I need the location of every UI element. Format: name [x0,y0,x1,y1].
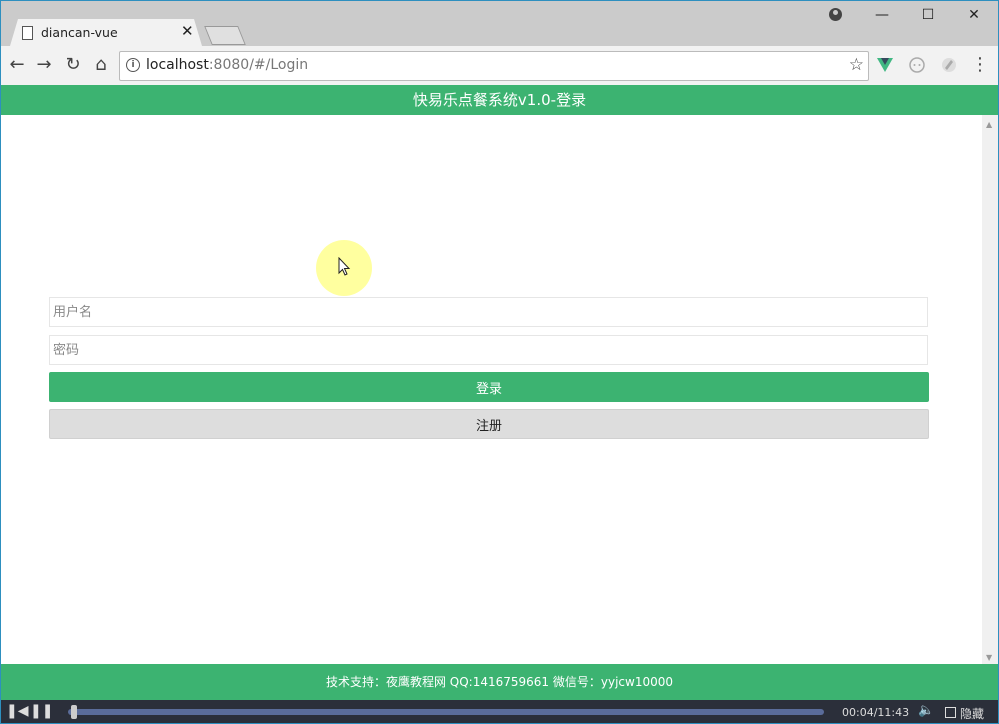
mouse-cursor-icon [338,257,351,276]
hide-label: 隐藏 [960,707,985,721]
url-text: localhost:8080/#/Login [146,57,309,73]
new-tab-button[interactable] [204,26,246,45]
address-bar[interactable]: i localhost:8080/#/Login ☆ [119,51,869,81]
back-icon[interactable]: ← [6,54,28,76]
extension-icon-2[interactable] [939,55,959,75]
home-icon[interactable]: ⌂ [90,54,112,76]
progress-track[interactable] [68,709,824,715]
browser-toolbar: ← → ↻ ⌂ i localhost:8080/#/Login ☆ ⋮ [0,46,999,85]
browser-menu-icon[interactable]: ⋮ [969,54,991,76]
minimize-button[interactable]: — [870,5,894,25]
vue-devtools-icon[interactable] [875,55,895,75]
extension-icon[interactable] [907,55,927,75]
bookmark-star-icon[interactable]: ☆ [849,55,864,75]
site-info-icon[interactable]: i [126,58,140,72]
login-button[interactable]: 登录 [49,372,929,402]
register-button[interactable]: 注册 [49,409,929,439]
browser-tab-bar: diancan-vue ✕ — ☐ ✕ [0,0,999,46]
password-input[interactable] [49,335,928,365]
scroll-down-icon[interactable]: ▼ [986,653,992,662]
profile-icon[interactable] [829,8,842,21]
volume-icon[interactable]: 🔈 [918,703,934,718]
playback-time: 00:04/11:43 [842,706,910,719]
page-scrollbar[interactable]: ▲ ▼ [982,115,999,664]
tab-close-icon[interactable]: ✕ [181,22,194,40]
app-footer: 技术支持：夜鹰教程网 QQ:1416759661 微信号：yyjcw10000 [0,664,999,700]
app-header: 快易乐点餐系统v1.0-登录 [0,85,999,115]
skip-back-icon[interactable]: ❚◀ [6,703,29,719]
forward-icon[interactable]: → [33,54,55,76]
scroll-up-icon[interactable]: ▲ [986,120,992,129]
browser-tab[interactable]: diancan-vue ✕ [10,19,202,46]
pause-icon[interactable]: ❚❚ [30,703,53,719]
close-window-button[interactable]: ✕ [962,5,986,25]
page-icon [22,26,33,40]
reload-icon[interactable]: ↻ [62,54,84,76]
username-input[interactable] [49,297,928,327]
progress-knob[interactable] [70,705,77,719]
tab-title: diancan-vue [41,25,118,40]
video-player-bar: ❚◀ ❚❚ 00:04/11:43 🔈 隐藏 [0,700,999,724]
hide-checkbox[interactable] [945,707,956,718]
maximize-button[interactable]: ☐ [916,5,940,25]
